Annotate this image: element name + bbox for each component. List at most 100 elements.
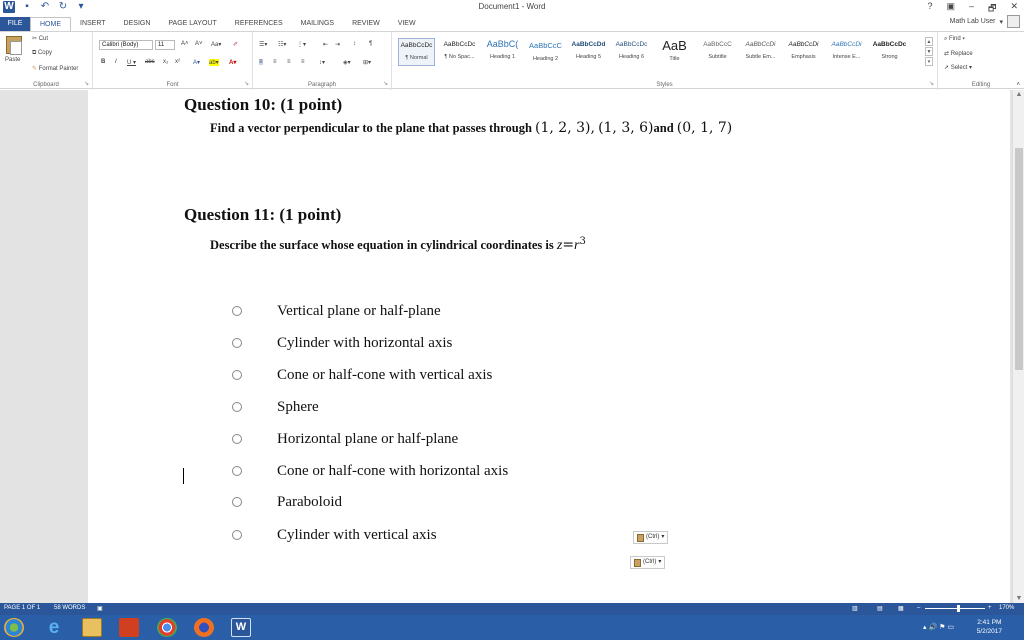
select-button[interactable]: ➚ Select ▾ bbox=[944, 64, 972, 71]
shading-icon[interactable]: ◈▾ bbox=[343, 59, 351, 66]
tab-review[interactable]: REVIEW bbox=[343, 17, 389, 31]
proofing-icon[interactable]: ▣ bbox=[97, 605, 103, 612]
format-painter-button[interactable]: ✎ Format Painter bbox=[32, 65, 78, 72]
answer-option[interactable]: Sphere bbox=[232, 398, 319, 416]
page-count[interactable]: PAGE 1 OF 1 bbox=[4, 605, 40, 611]
replace-button[interactable]: ⇄ Replace bbox=[944, 50, 973, 57]
styles-scroll-down-icon[interactable]: ▼ bbox=[925, 47, 933, 56]
align-right-icon[interactable]: ≡ bbox=[287, 59, 291, 65]
paragraph-launcher-icon[interactable]: ↘ bbox=[383, 80, 388, 87]
increase-indent-icon[interactable]: ⇥ bbox=[335, 41, 340, 48]
show-marks-icon[interactable]: ¶ bbox=[369, 41, 372, 47]
paste-icon[interactable] bbox=[6, 36, 22, 55]
internet-explorer-icon[interactable]: e bbox=[44, 618, 64, 637]
styles-more-icon[interactable]: ▾ bbox=[925, 57, 933, 66]
paste-button[interactable]: Paste bbox=[5, 57, 20, 63]
user-account[interactable]: Math Lab User ▾ bbox=[950, 15, 1020, 28]
font-size-combo[interactable]: 11 bbox=[155, 40, 175, 50]
start-button-icon[interactable] bbox=[4, 618, 24, 637]
radio-button[interactable] bbox=[232, 497, 242, 507]
tab-file[interactable]: FILE bbox=[0, 17, 30, 31]
tab-insert[interactable]: INSERT bbox=[71, 17, 115, 31]
multilevel-list-icon[interactable]: ⋮▾ bbox=[297, 41, 306, 48]
underline-icon[interactable]: U ▾ bbox=[127, 59, 136, 66]
sort-icon[interactable]: ↕ bbox=[353, 41, 356, 47]
scroll-up-icon[interactable]: ▲ bbox=[1013, 91, 1024, 98]
radio-button[interactable] bbox=[232, 434, 242, 444]
style-heading-5[interactable]: AaBbCcDd Heading 5 bbox=[570, 38, 607, 66]
grow-font-icon[interactable]: A˄ bbox=[181, 41, 189, 47]
bold-icon[interactable]: B bbox=[101, 59, 105, 65]
radio-button[interactable] bbox=[232, 338, 242, 348]
zoom-slider-handle[interactable] bbox=[957, 605, 960, 612]
system-tray[interactable]: ▴ 🔊 ⚑ ▭ bbox=[923, 623, 954, 631]
style-heading-2[interactable]: AaBbCcC Heading 2 bbox=[527, 38, 564, 66]
justify-icon[interactable]: ≡ bbox=[301, 59, 305, 65]
clock[interactable]: 2:41 PM 5/2/2017 bbox=[977, 618, 1002, 636]
change-case-icon[interactable]: Aa▾ bbox=[211, 41, 221, 48]
highlight-icon[interactable]: ab▾ bbox=[209, 59, 219, 66]
zoom-level[interactable]: 170% bbox=[999, 605, 1014, 611]
font-launcher-icon[interactable]: ↘ bbox=[244, 80, 249, 87]
answer-option[interactable]: Cone or half-cone with horizontal axis bbox=[232, 462, 508, 480]
answer-option[interactable]: Paraboloid bbox=[232, 493, 342, 511]
tab-references[interactable]: REFERENCES bbox=[226, 17, 292, 31]
dialog-launcher-icon[interactable]: ↘ bbox=[84, 80, 89, 87]
answer-option[interactable]: Vertical plane or half-plane bbox=[232, 302, 441, 320]
tab-home[interactable]: HOME bbox=[30, 17, 71, 31]
paste-options-button[interactable]: (Ctrl) ▾ bbox=[630, 556, 666, 569]
tab-mailings[interactable]: MAILINGS bbox=[292, 17, 343, 31]
style-subtle-emphasis[interactable]: AaBbCcDi Subtle Em... bbox=[742, 38, 779, 66]
answer-option[interactable]: Cylinder with horizontal axis bbox=[232, 334, 452, 352]
style-strong[interactable]: AaBbCcDc Strong bbox=[871, 38, 908, 66]
tab-design[interactable]: DESIGN bbox=[115, 17, 160, 31]
tab-page-layout[interactable]: PAGE LAYOUT bbox=[159, 17, 225, 31]
style-heading-6[interactable]: AaBbCcDc Heading 6 bbox=[613, 38, 650, 66]
text-effects-icon[interactable]: A▾ bbox=[193, 59, 200, 66]
vertical-scrollbar[interactable]: ▲ ▼ bbox=[1012, 90, 1024, 603]
answer-option[interactable]: Cylinder with vertical axis bbox=[232, 526, 437, 544]
word-taskbar-icon[interactable]: W bbox=[231, 618, 251, 637]
italic-icon[interactable]: I bbox=[115, 59, 117, 65]
styles-launcher-icon[interactable]: ↘ bbox=[929, 80, 934, 87]
paste-options-button[interactable]: (Ctrl) ▾ bbox=[633, 531, 669, 544]
chrome-icon[interactable] bbox=[157, 618, 177, 637]
document-page[interactable] bbox=[88, 90, 1010, 603]
read-mode-icon[interactable]: ▥ bbox=[852, 605, 858, 612]
scroll-down-icon[interactable]: ▼ bbox=[1013, 595, 1024, 602]
print-layout-icon[interactable]: ▤ bbox=[877, 605, 883, 612]
answer-option[interactable]: Cone or half-cone with vertical axis bbox=[232, 366, 492, 384]
line-spacing-icon[interactable]: ↕▾ bbox=[319, 59, 325, 66]
font-color-icon[interactable]: A▾ bbox=[229, 59, 236, 66]
web-layout-icon[interactable]: ▦ bbox=[898, 605, 904, 612]
style-subtitle[interactable]: AaBbCcC Subtitle bbox=[699, 38, 736, 66]
align-left-icon[interactable]: ≡ bbox=[259, 59, 263, 65]
bullets-icon[interactable]: ☰▾ bbox=[259, 41, 267, 48]
style-no-spacing[interactable]: AaBbCcDc ¶ No Spac... bbox=[441, 38, 478, 66]
cut-button[interactable]: ✂ Cut bbox=[32, 35, 48, 42]
align-center-icon[interactable]: ≡ bbox=[273, 59, 277, 65]
style-intense-emphasis[interactable]: AaBbCcDi Intense E... bbox=[828, 38, 865, 66]
firefox-icon[interactable] bbox=[194, 618, 214, 637]
numbering-icon[interactable]: ☷▾ bbox=[278, 41, 286, 48]
style-title[interactable]: AaB Title bbox=[656, 38, 693, 66]
radio-button[interactable] bbox=[232, 370, 242, 380]
media-player-icon[interactable] bbox=[119, 618, 139, 637]
style-heading-1[interactable]: AaBbC( Heading 1 bbox=[484, 38, 521, 66]
font-name-combo[interactable]: Calibri (Body) bbox=[99, 40, 153, 50]
subscript-icon[interactable]: x₂ bbox=[163, 59, 168, 65]
strikethrough-icon[interactable]: abc bbox=[145, 59, 155, 65]
radio-button[interactable] bbox=[232, 402, 242, 412]
styles-scroll-up-icon[interactable]: ▲ bbox=[925, 37, 933, 46]
scrollbar-thumb[interactable] bbox=[1015, 148, 1023, 370]
radio-button[interactable] bbox=[232, 466, 242, 476]
superscript-icon[interactable]: x² bbox=[175, 59, 180, 65]
tab-view[interactable]: VIEW bbox=[389, 17, 425, 31]
word-count[interactable]: 58 WORDS bbox=[54, 605, 85, 611]
collapse-ribbon-icon[interactable]: ˄ bbox=[1016, 82, 1020, 88]
radio-button[interactable] bbox=[232, 306, 242, 316]
file-explorer-icon[interactable] bbox=[82, 618, 102, 637]
zoom-in-icon[interactable]: + bbox=[988, 605, 992, 611]
zoom-slider[interactable] bbox=[925, 608, 985, 609]
find-button[interactable]: ⌕ Find ▾ bbox=[944, 36, 965, 43]
